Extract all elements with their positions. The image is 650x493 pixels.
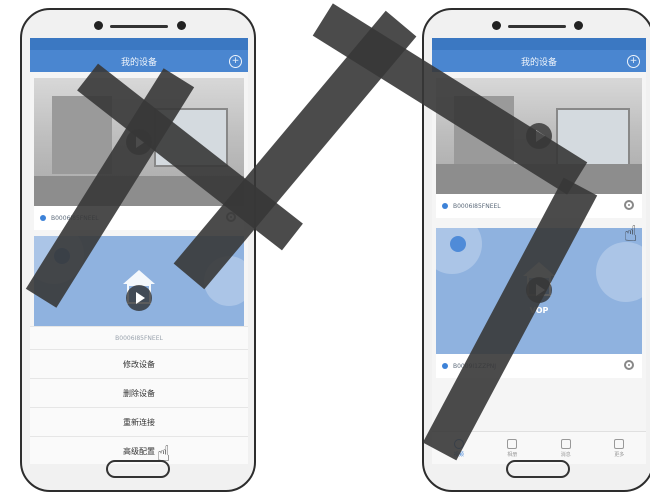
online-status-icon bbox=[442, 363, 448, 369]
vop-info-row: B0009I1ZZPNJ bbox=[436, 354, 642, 378]
messages-tab-icon bbox=[560, 438, 571, 449]
left-phone: 我的设备 + B0006I85FNEEL B0006I85FNEEL 修改设备 … bbox=[20, 8, 256, 492]
page-title: 我的设备 bbox=[120, 57, 157, 68]
camera-id: B0006I85FNEEL bbox=[453, 202, 501, 210]
camera-info-row: B0006I85FNEEL bbox=[436, 194, 642, 218]
add-device-icon[interactable]: + bbox=[229, 55, 242, 68]
more-tab-icon bbox=[614, 438, 625, 449]
play-icon[interactable] bbox=[126, 129, 152, 155]
gear-icon[interactable] bbox=[624, 200, 634, 210]
earpiece-speaker bbox=[508, 25, 566, 28]
right-phone: 我的设备 + B0006I85FNEEL VOP B0009I1ZZPNJ 视频… bbox=[422, 8, 650, 492]
home-button[interactable] bbox=[106, 460, 170, 478]
online-status-icon bbox=[442, 203, 448, 209]
video-tab-icon bbox=[453, 438, 464, 449]
album-tab-icon bbox=[507, 438, 518, 449]
pointing-hand-icon: ☝ bbox=[624, 222, 638, 247]
vop-id: B0009I1ZZPNJ bbox=[453, 362, 497, 370]
gear-icon[interactable] bbox=[226, 212, 236, 222]
play-icon[interactable] bbox=[126, 285, 152, 311]
tab-more[interactable]: 更多 bbox=[593, 432, 647, 464]
camera-preview[interactable] bbox=[34, 78, 244, 206]
reconnect-button[interactable]: 重新连接 bbox=[30, 408, 248, 437]
online-status-icon bbox=[40, 215, 46, 221]
vop-device-card[interactable]: VOP B0009I1ZZPNJ bbox=[436, 228, 642, 378]
camera-card[interactable]: B0006I85FNEEL bbox=[436, 78, 642, 218]
nav-bar: 我的设备 + bbox=[432, 50, 646, 72]
earpiece-speaker bbox=[110, 25, 168, 28]
camera-preview[interactable] bbox=[436, 78, 642, 194]
vop-label: VOP bbox=[529, 306, 549, 315]
camera-id: B0006I85FNEEL bbox=[51, 214, 99, 222]
delete-device-button[interactable]: 删除设备 bbox=[30, 379, 248, 408]
right-screen: 我的设备 + B0006I85FNEEL VOP B0009I1ZZPNJ 视频… bbox=[432, 38, 646, 464]
nav-bar: 我的设备 + bbox=[30, 50, 248, 72]
sensor-icon bbox=[574, 21, 583, 30]
front-camera-icon bbox=[492, 21, 501, 30]
play-icon[interactable] bbox=[526, 277, 552, 303]
gear-icon[interactable] bbox=[624, 360, 634, 370]
front-camera-icon bbox=[94, 21, 103, 30]
camera-card[interactable]: B0006I85FNEEL bbox=[34, 78, 244, 230]
camera-info-row: B0006I85FNEEL bbox=[34, 206, 244, 230]
status-bar bbox=[30, 38, 248, 50]
action-sheet: B0006I85FNEEL 修改设备 删除设备 重新连接 高级配置 bbox=[30, 326, 248, 464]
add-device-icon[interactable]: + bbox=[627, 55, 640, 68]
sensor-icon bbox=[177, 21, 186, 30]
vop-preview[interactable]: VOP bbox=[436, 228, 642, 354]
left-screen: 我的设备 + B0006I85FNEEL B0006I85FNEEL 修改设备 … bbox=[30, 38, 248, 464]
sheet-title: B0006I85FNEEL bbox=[30, 327, 248, 350]
home-button[interactable] bbox=[506, 460, 570, 478]
edit-device-button[interactable]: 修改设备 bbox=[30, 350, 248, 379]
status-bar bbox=[432, 38, 646, 50]
play-icon[interactable] bbox=[526, 123, 552, 149]
page-title: 我的设备 bbox=[520, 57, 557, 68]
tab-video[interactable]: 视频 bbox=[432, 432, 486, 464]
